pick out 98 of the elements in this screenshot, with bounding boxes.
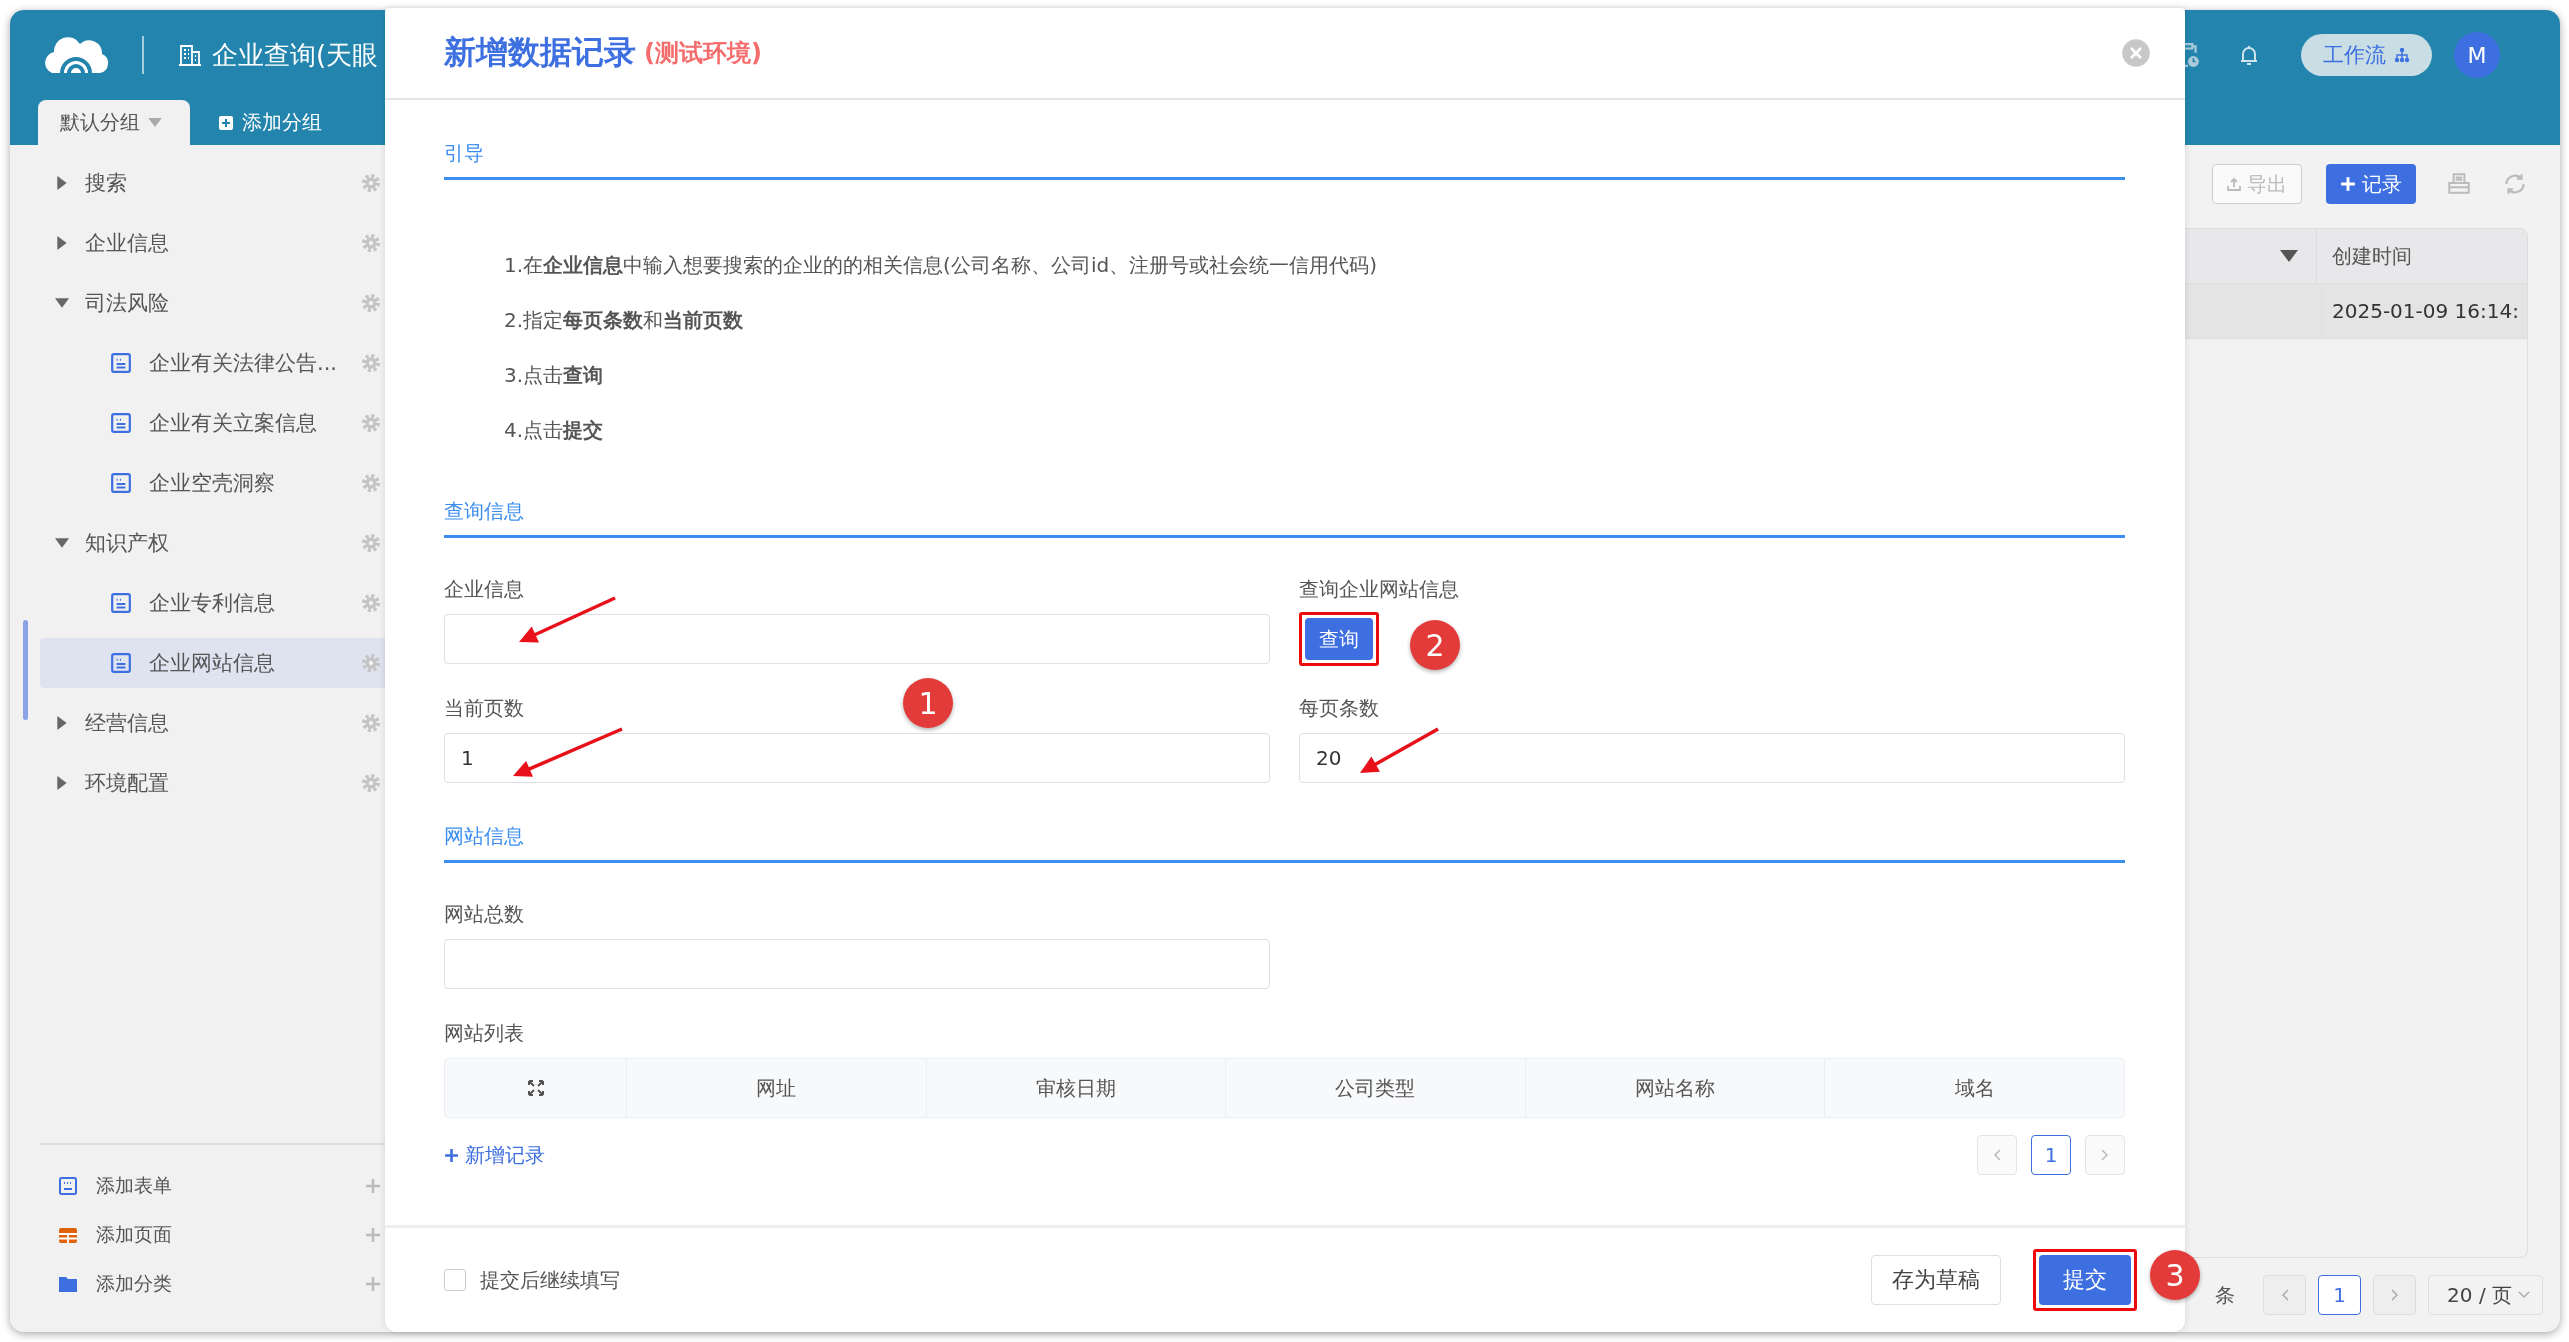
gear-icon[interactable] (361, 353, 381, 373)
page-size-select[interactable]: 20 / 页 (2428, 1275, 2543, 1315)
plus-icon[interactable] (365, 1226, 381, 1243)
query-button[interactable]: 查询 (1305, 618, 1373, 660)
caret-down-icon[interactable] (2280, 250, 2298, 262)
column-header: 网址 (626, 1059, 926, 1117)
user-avatar[interactable]: M (2454, 32, 2500, 78)
sidebar-action[interactable]: 添加分类 (40, 1259, 385, 1308)
input-field[interactable] (444, 614, 1270, 664)
sidebar-item[interactable]: 企业网站信息 (40, 638, 385, 688)
field-label: 企业信息 (444, 576, 524, 603)
section-title: 查询信息 (444, 464, 2125, 538)
column-header[interactable]: 创建时间 (2317, 229, 2527, 283)
form-icon (110, 412, 132, 434)
upload-icon (2227, 177, 2241, 191)
add-record-link[interactable]: 新增记录 (444, 1141, 545, 1169)
add-record-button[interactable]: 记录 (2326, 164, 2416, 204)
gear-icon[interactable] (361, 413, 381, 433)
form-icon (58, 1175, 78, 1196)
guide-step: 3.点击查询 (504, 348, 2125, 403)
sidebar-item[interactable]: 经营信息 (40, 698, 385, 748)
sidebar-item[interactable]: 搜索 (40, 158, 385, 208)
gear-icon[interactable] (361, 293, 381, 313)
printer-icon[interactable] (2446, 171, 2472, 197)
gear-icon[interactable] (361, 233, 381, 253)
field-label: 查询企业网站信息 (1299, 576, 1459, 603)
checkbox-label: 提交后继续填写 (480, 1266, 620, 1294)
chevron-left-icon (2280, 1289, 2289, 1301)
field-label: 网站总数 (444, 901, 524, 928)
group-tab[interactable]: 默认分组 (38, 100, 190, 145)
page-button[interactable]: 1 (2031, 1135, 2071, 1175)
save-draft-button[interactable]: 存为草稿 (1871, 1255, 2001, 1305)
sidebar-action[interactable]: 添加表单 (40, 1161, 385, 1210)
section-title: 引导 (444, 106, 2125, 180)
field-label: 网站列表 (444, 1020, 524, 1047)
guide-step: 4.点击提交 (504, 403, 2125, 458)
field-label: 每页条数 (1299, 695, 1379, 722)
input-field[interactable]: 1 (444, 733, 1270, 783)
refresh-icon[interactable] (2502, 171, 2528, 197)
plus-icon (444, 1147, 459, 1163)
caret-down-icon (148, 118, 162, 127)
form-icon (110, 592, 132, 614)
section-title: 网站信息 (444, 789, 2125, 863)
guide-step: 1.在企业信息中输入想要搜索的企业的的相关信息(公司名称、公司id、注册号或社会统一信用代码) (504, 238, 2125, 293)
plus-icon[interactable] (365, 1275, 381, 1292)
prev-page-button[interactable] (2263, 1275, 2307, 1315)
form-icon (110, 352, 132, 374)
total-count: 条 (2215, 1281, 2236, 1309)
chevron-down-icon (2518, 1291, 2530, 1299)
expand-icon[interactable] (527, 1080, 544, 1096)
environment-tag: (测试环境) (644, 37, 762, 69)
gear-icon[interactable] (361, 533, 381, 553)
submit-button[interactable]: 提交 (2039, 1255, 2131, 1305)
gear-icon[interactable] (361, 773, 381, 793)
scroll-indicator[interactable] (23, 620, 28, 720)
hierarchy-icon (2394, 47, 2410, 63)
sidebar-item[interactable]: 企业有关法律公告... (40, 338, 385, 388)
checkbox[interactable] (444, 1269, 466, 1291)
group-tab[interactable]: 添加分组 (196, 100, 350, 145)
input-field[interactable] (444, 939, 1270, 989)
close-icon[interactable] (2121, 38, 2151, 68)
sidebar-item[interactable]: 知识产权 (40, 518, 385, 568)
sidebar-item[interactable]: 司法风险 (40, 278, 385, 328)
column-header: 公司类型 (1225, 1059, 1525, 1117)
field-label: 当前页数 (444, 695, 524, 722)
column-header: 审核日期 (925, 1059, 1226, 1117)
sidebar-item[interactable]: 企业信息 (40, 218, 385, 268)
chevron-left-icon (1993, 1149, 2001, 1161)
building-icon (178, 43, 202, 67)
input-field[interactable]: 20 (1299, 733, 2125, 783)
sidebar-item[interactable]: 环境配置 (40, 758, 385, 808)
form-icon (110, 472, 132, 494)
chevron-right-icon (2390, 1289, 2399, 1301)
plus-icon[interactable] (365, 1177, 381, 1194)
form-icon (110, 652, 132, 674)
page-button[interactable]: 1 (2318, 1275, 2362, 1315)
gear-icon[interactable] (361, 593, 381, 613)
gear-icon[interactable] (361, 713, 381, 733)
plus-square-icon (218, 114, 234, 131)
column-header: 域名 (1824, 1059, 2124, 1117)
gear-icon[interactable] (361, 473, 381, 493)
sidebar-item[interactable]: 企业有关立案信息 (40, 398, 385, 448)
guide-step: 2.指定每页条数和当前页数 (504, 293, 2125, 348)
next-page-button[interactable] (2085, 1135, 2125, 1175)
next-page-button[interactable] (2373, 1275, 2417, 1315)
table-cell-text: 2025-01-09 16:14: (2331, 298, 2520, 325)
dialog-title: 新增数据记录 (444, 32, 636, 73)
chevron-right-icon (2101, 1149, 2109, 1161)
gear-icon[interactable] (361, 653, 381, 673)
plus-icon (2340, 176, 2356, 192)
sidebar-action[interactable]: 添加页面 (40, 1210, 385, 1259)
workflow-button[interactable]: 工作流 (2301, 34, 2432, 76)
prev-page-button[interactable] (1977, 1135, 2017, 1175)
app-title: 企业查询(天眼 (212, 38, 379, 72)
gear-icon[interactable] (361, 173, 381, 193)
sidebar-item[interactable]: 企业专利信息 (40, 578, 385, 628)
sidebar-item[interactable]: 企业空壳洞察 (40, 458, 385, 508)
column-header: 网站名称 (1524, 1059, 1825, 1117)
